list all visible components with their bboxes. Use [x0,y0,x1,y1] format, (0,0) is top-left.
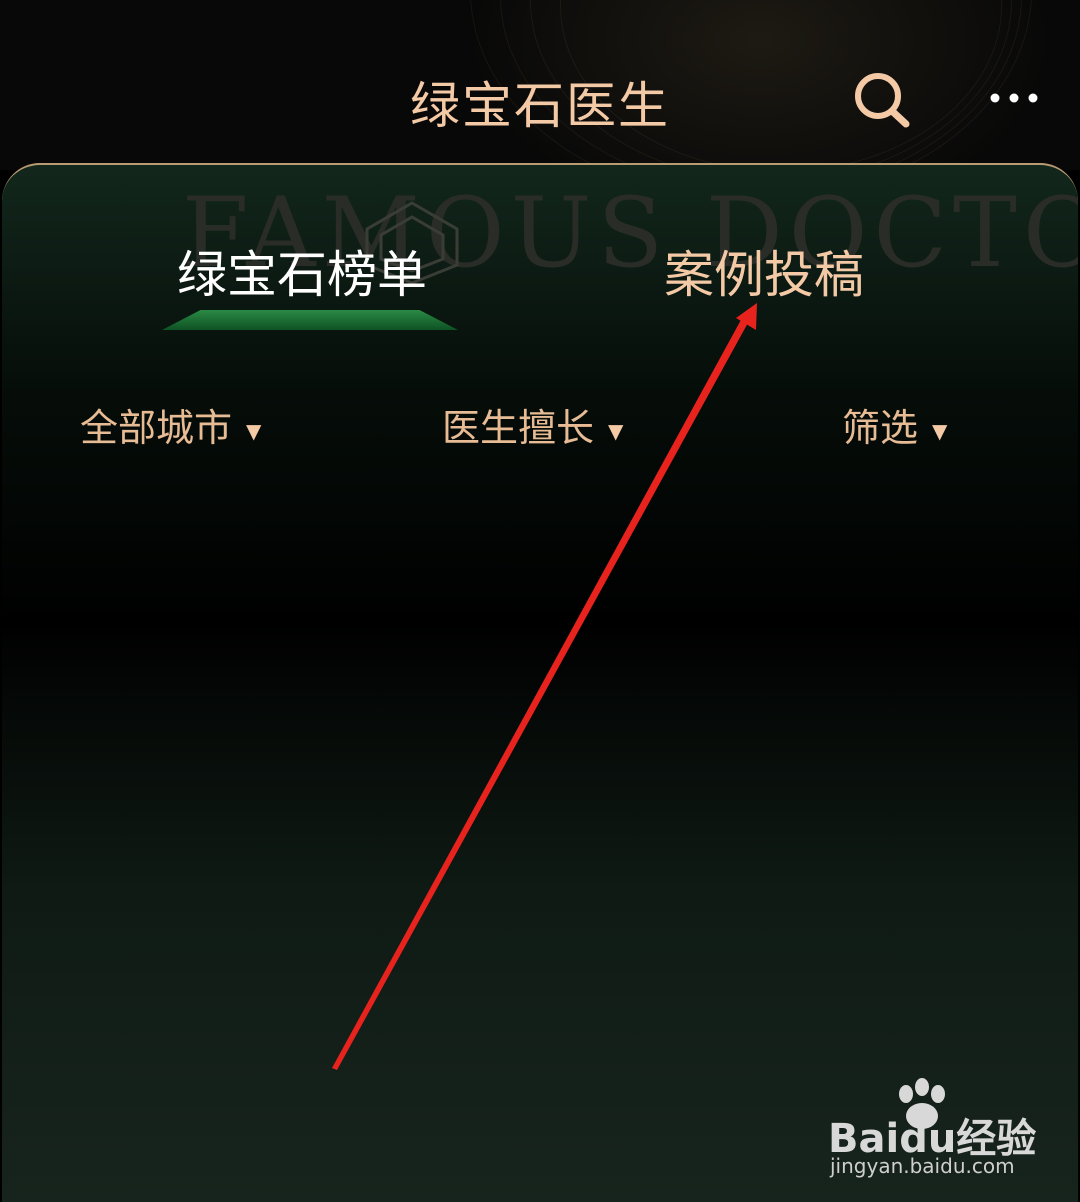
baidu-url: jingyan.baidu.com [830,1154,1015,1178]
annotation-arrow [332,303,757,1070]
baidu-jingyan-watermark: Baidu经验 jingyan.baidu.com [828,1078,1058,1178]
